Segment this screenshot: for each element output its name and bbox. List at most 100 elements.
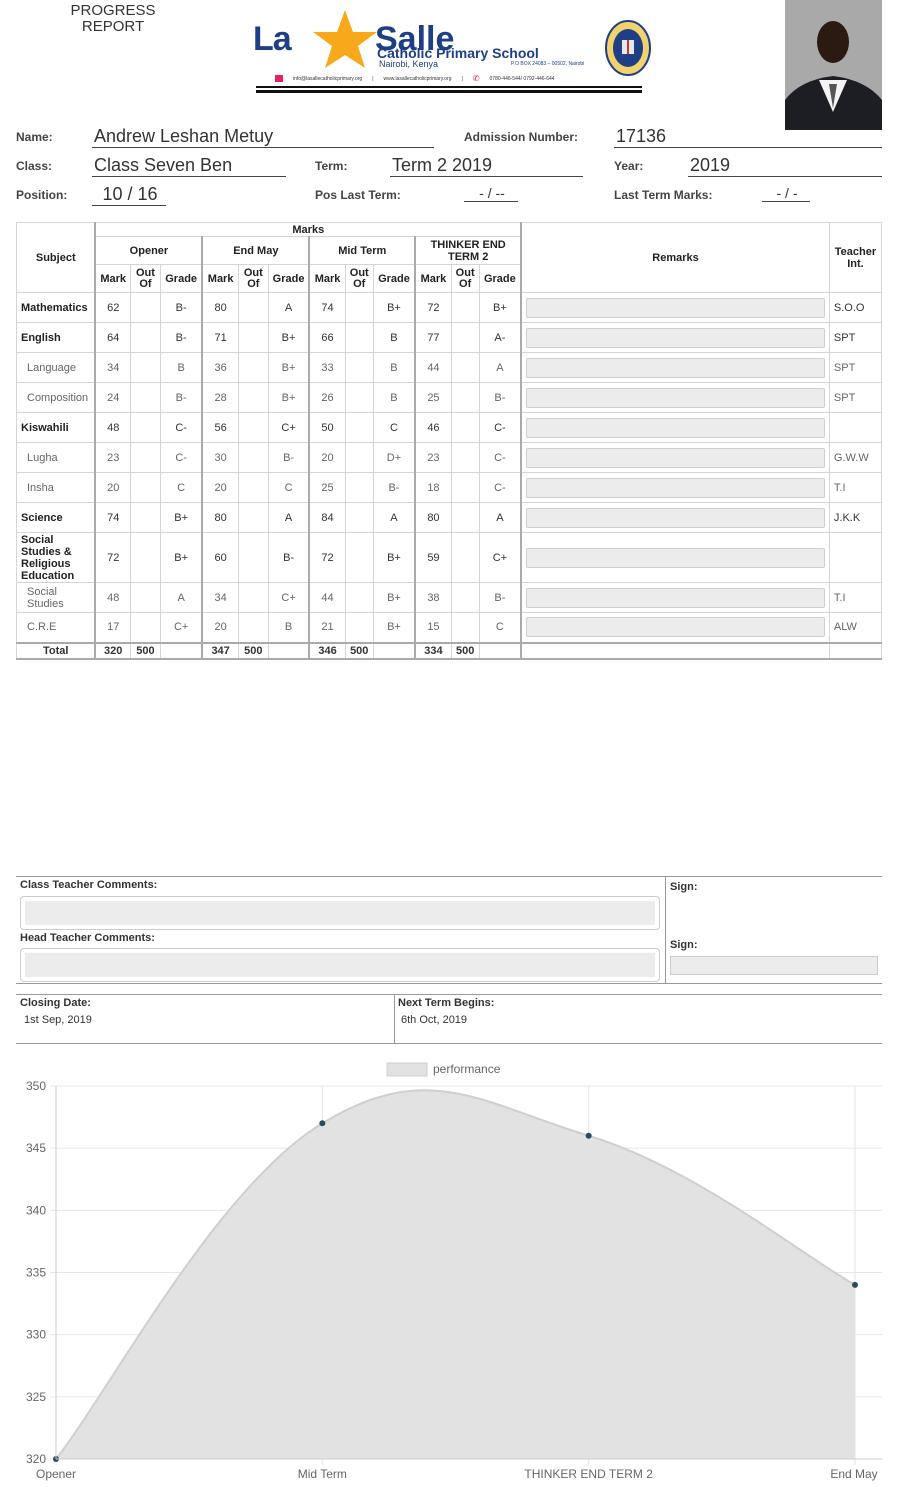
remarks-input[interactable]	[526, 617, 825, 638]
table-row: Lugha 23 C- 30 B- 20 D+ 23 C- G.W.W	[16, 442, 883, 473]
mark-cell: 60	[201, 532, 239, 583]
remarks-input[interactable]	[526, 547, 825, 568]
marks-body: Mathematics 62 B- 80 A 74 B+ 72 B+ S.O.O English 64…	[16, 292, 883, 660]
remarks-input[interactable]	[526, 507, 825, 528]
data-point	[585, 1132, 592, 1139]
total-cell: 500	[129, 641, 161, 660]
outof-cell	[129, 382, 161, 413]
report-label: PROGRESS REPORT	[70, 2, 156, 35]
mark-cell: 17	[94, 612, 131, 643]
remarks-input[interactable]	[526, 477, 825, 498]
subject-cell: Social Studies	[16, 582, 96, 613]
mark-cell: 18	[414, 472, 452, 503]
outof-cell	[450, 472, 480, 503]
mark-cell: 74	[94, 502, 131, 533]
total-label: Total	[16, 641, 96, 660]
x-tick-label: End May	[830, 1467, 877, 1481]
grade-cell: B+	[372, 292, 416, 323]
pos-last-term: - / --	[464, 185, 518, 202]
head-teacher-sign-label: Sign:	[670, 939, 698, 951]
student-class: Class Seven Ben	[92, 155, 286, 177]
remarks-input[interactable]	[526, 327, 825, 348]
school-website: www.lasallecatholicprimary.org	[383, 75, 452, 82]
exam-header-thinker: THINKER END TERM 2	[414, 236, 522, 265]
grade-cell: B	[372, 322, 416, 353]
head-teacher-comments-box[interactable]	[20, 948, 660, 982]
closing-date: 1st Sep, 2019	[24, 1014, 92, 1026]
star-icon	[313, 10, 377, 68]
head-teacher-sign-box[interactable]	[670, 956, 878, 975]
subject-cell: English	[16, 322, 96, 353]
remarks-cell	[520, 612, 830, 643]
legend-swatch	[386, 1062, 428, 1077]
remarks-input[interactable]	[526, 587, 825, 608]
y-tick-label: 320	[26, 1452, 46, 1466]
grade-cell: C-	[159, 442, 203, 473]
remarks-input[interactable]	[526, 387, 825, 408]
outof-cell	[344, 612, 374, 643]
series-area-fill	[56, 1090, 855, 1459]
table-row: Insha 20 C 20 C 25 B- 18 C- T.I	[16, 472, 883, 503]
grade-cell: A	[478, 352, 522, 383]
teacher-initials-cell: SPT	[828, 382, 883, 413]
grade-cell: B+	[267, 322, 310, 353]
remarks-input[interactable]	[526, 417, 825, 438]
grade-cell: B	[267, 612, 310, 643]
y-tick-label: 330	[26, 1328, 46, 1342]
total-cell: 500	[450, 641, 480, 660]
remarks-cell	[520, 442, 830, 473]
grade-cell: C	[159, 472, 203, 503]
mark-cell: 25	[308, 472, 346, 503]
total-cell: 500	[344, 641, 374, 660]
comments-section: Class Teacher Comments: Head Teacher Com…	[16, 876, 882, 984]
mark-cell: 30	[201, 442, 239, 473]
chart-series	[53, 1089, 858, 1462]
grade-cell: B-	[159, 322, 203, 353]
remarks-cell	[520, 292, 830, 323]
table-row: C.R.E 17 C+ 20 B 21 B+ 15 C ALW	[16, 612, 883, 643]
outof-cell	[344, 352, 374, 383]
outof-col-header: Out Of	[129, 264, 161, 293]
mark-cell: 74	[308, 292, 346, 323]
school-email: info@lasallecatholicprimary.org	[293, 75, 363, 82]
class-label: Class:	[16, 159, 53, 173]
mark-cell: 20	[201, 612, 239, 643]
data-point	[319, 1120, 326, 1127]
mark-cell: 21	[308, 612, 346, 643]
remarks-input[interactable]	[526, 297, 825, 318]
teacher-initials-cell: S.O.O	[828, 292, 883, 323]
remarks-input[interactable]	[526, 447, 825, 468]
grade-cell: B+	[159, 502, 203, 533]
outof-cell	[450, 502, 480, 533]
school-logo: La Salle Catholic Primary School Nairobi…	[253, 8, 651, 98]
closing-date-label: Closing Date:	[20, 997, 91, 1009]
data-point	[852, 1281, 858, 1288]
grade-cell: B	[372, 382, 416, 413]
mark-cell: 23	[414, 442, 452, 473]
subject-cell: Language	[16, 352, 96, 383]
grade-cell: B-	[372, 472, 416, 503]
subject-cell: C.R.E	[16, 612, 96, 643]
remarks-input[interactable]	[526, 357, 825, 378]
mark-cell: 34	[201, 582, 239, 613]
marks-header: Marks	[94, 222, 522, 237]
grade-cell: B+	[267, 352, 310, 383]
grade-cell: B+	[267, 382, 310, 413]
remarks-cell	[520, 352, 830, 383]
mark-cell: 84	[308, 502, 346, 533]
grade-cell: B+	[372, 582, 416, 613]
grade-col-header: Grade	[159, 264, 203, 293]
mark-cell: 59	[414, 532, 452, 583]
grade-cell: C	[372, 412, 416, 443]
table-row: Composition 24 B- 28 B+ 26 B 25 B- SPT	[16, 382, 883, 413]
teacher-initials-cell: G.W.W	[828, 442, 883, 473]
grade-cell: A	[478, 502, 522, 533]
mark-cell: 34	[94, 352, 131, 383]
mark-cell: 80	[414, 502, 452, 533]
outof-cell	[237, 292, 269, 323]
class-teacher-comments-box[interactable]	[20, 896, 660, 930]
position-label: Position:	[16, 188, 68, 202]
remarks-cell	[520, 412, 830, 443]
outof-cell	[344, 412, 374, 443]
total-cell	[159, 641, 203, 660]
